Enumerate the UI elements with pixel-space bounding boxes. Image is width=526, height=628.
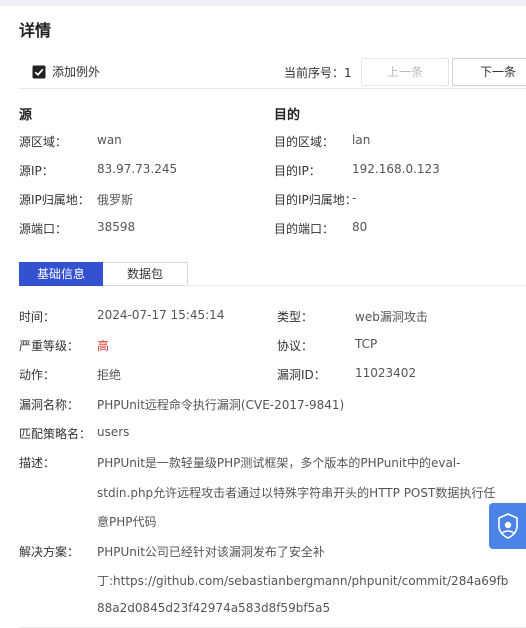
dest-ip-location-text: - xyxy=(352,191,357,205)
vuln-id-value: 11023402 xyxy=(355,366,417,380)
policy-label: 匹配策略名： xyxy=(19,427,92,441)
solution-line: 丁:https://github.com/sebastianbergmann/p… xyxy=(97,574,509,588)
source-ip-location-key: 源IP归属地： xyxy=(19,193,90,207)
source-ip-key: 源IP： xyxy=(19,164,54,178)
assistant-icon xyxy=(498,513,518,539)
current-seq-value: 1 xyxy=(344,66,352,80)
tab-basic-info[interactable]: 基础信息 xyxy=(19,262,103,286)
current-seq-label: 当前序号： xyxy=(284,66,345,80)
detail-tabs: 基础信息 数据包 xyxy=(19,262,188,286)
next-button[interactable]: 下一条 xyxy=(452,58,526,86)
source-ip-location-label: 源IP归属地： xyxy=(19,191,90,208)
type-label: 类型： xyxy=(277,310,314,324)
dest-ip-location-label: 目的IP归属地： xyxy=(274,191,357,208)
source-zone-value: wan xyxy=(97,133,122,147)
dest-ip-location-key: 目的IP归属地： xyxy=(274,193,357,207)
tab-underline xyxy=(185,285,526,286)
top-strip xyxy=(0,0,526,6)
source-ip-location-text: 俄罗斯 xyxy=(97,193,134,207)
source-title: 源 xyxy=(19,108,33,123)
divider xyxy=(19,88,526,89)
dest-zone-label: 目的区域： xyxy=(274,133,334,150)
severity-value: 高 xyxy=(97,339,110,353)
vuln-name-value: PHPUnit远程命令执行漏洞(CVE-2017-9841) xyxy=(97,398,345,412)
vuln-id-label: 漏洞ID： xyxy=(277,368,326,382)
dest-ip-value: 192.168.0.123 xyxy=(352,162,440,176)
description-label: 描述： xyxy=(19,456,56,470)
source-zone-key: 源区域： xyxy=(19,135,68,149)
source-zone-label: 源区域： xyxy=(19,133,67,150)
dest-zone-value: lan xyxy=(352,133,370,147)
add-exception-checkbox[interactable]: 添加例外 xyxy=(32,63,100,80)
dest-port-key: 目的端口： xyxy=(274,222,335,236)
checkbox-checked-icon xyxy=(32,65,46,78)
type-value: web漏洞攻击 xyxy=(355,310,428,324)
add-exception-label: 添加例外 xyxy=(52,65,101,79)
dest-zone-text: lan xyxy=(352,133,371,147)
source-ip-label: 源IP： xyxy=(19,162,54,179)
action-label: 动作： xyxy=(19,368,56,382)
protocol-value: TCP xyxy=(355,337,378,351)
time-value: 2024-07-17 15:45:14 xyxy=(97,308,225,322)
dest-zone-key: 目的区域： xyxy=(274,135,335,149)
description-line: stdin.php允许远程攻击者通过以特殊字符串开头的HTTP POST数据执行… xyxy=(97,486,496,500)
time-label: 时间： xyxy=(19,310,56,324)
dest-port-text: 80 xyxy=(352,220,368,234)
page-title: 详情 xyxy=(19,21,52,40)
dest-ip-key: 目的IP： xyxy=(274,164,321,178)
dest-port-label: 目的端口： xyxy=(274,220,334,237)
policy-value: users xyxy=(97,425,130,439)
solution-label: 解决方案： xyxy=(19,545,80,559)
destination-title: 目的 xyxy=(274,108,301,123)
dest-ip-location-value: - xyxy=(352,191,356,205)
severity-label: 严重等级： xyxy=(19,339,80,353)
source-port-text: 38598 xyxy=(97,220,136,234)
source-port-key: 源端口： xyxy=(19,222,68,236)
description-line: 意PHP代码 xyxy=(97,515,157,529)
description-line: PHPUnit是一款轻量级PHP测试框架，多个版本的PHPunit中的eval- xyxy=(97,456,461,470)
source-port-value: 38598 xyxy=(97,220,135,234)
prev-button[interactable]: 上一条 xyxy=(361,58,449,86)
action-value: 拒绝 xyxy=(97,368,122,382)
solution-line: 88a2d0845d23f42974a583d8f59bf5a5 xyxy=(97,601,331,615)
assistant-float-button[interactable] xyxy=(489,503,526,549)
source-ip-text: 83.97.73.245 xyxy=(97,162,178,176)
vuln-name-label: 漏洞名称： xyxy=(19,398,80,412)
dest-ip-text: 192.168.0.123 xyxy=(352,162,440,176)
source-port-label: 源端口： xyxy=(19,220,67,237)
source-ip-value: 83.97.73.245 xyxy=(97,162,177,176)
current-seq: 当前序号：1 xyxy=(284,64,352,81)
source-zone-text: wan xyxy=(97,133,122,147)
source-ip-location-value: 俄罗斯 xyxy=(97,191,133,208)
dest-port-value: 80 xyxy=(352,220,367,234)
dest-ip-label: 目的IP： xyxy=(274,162,321,179)
protocol-label: 协议： xyxy=(277,339,314,353)
tab-packet[interactable]: 数据包 xyxy=(103,262,188,286)
solution-line: PHPUnit公司已经针对该漏洞发布了安全补 xyxy=(97,545,325,559)
